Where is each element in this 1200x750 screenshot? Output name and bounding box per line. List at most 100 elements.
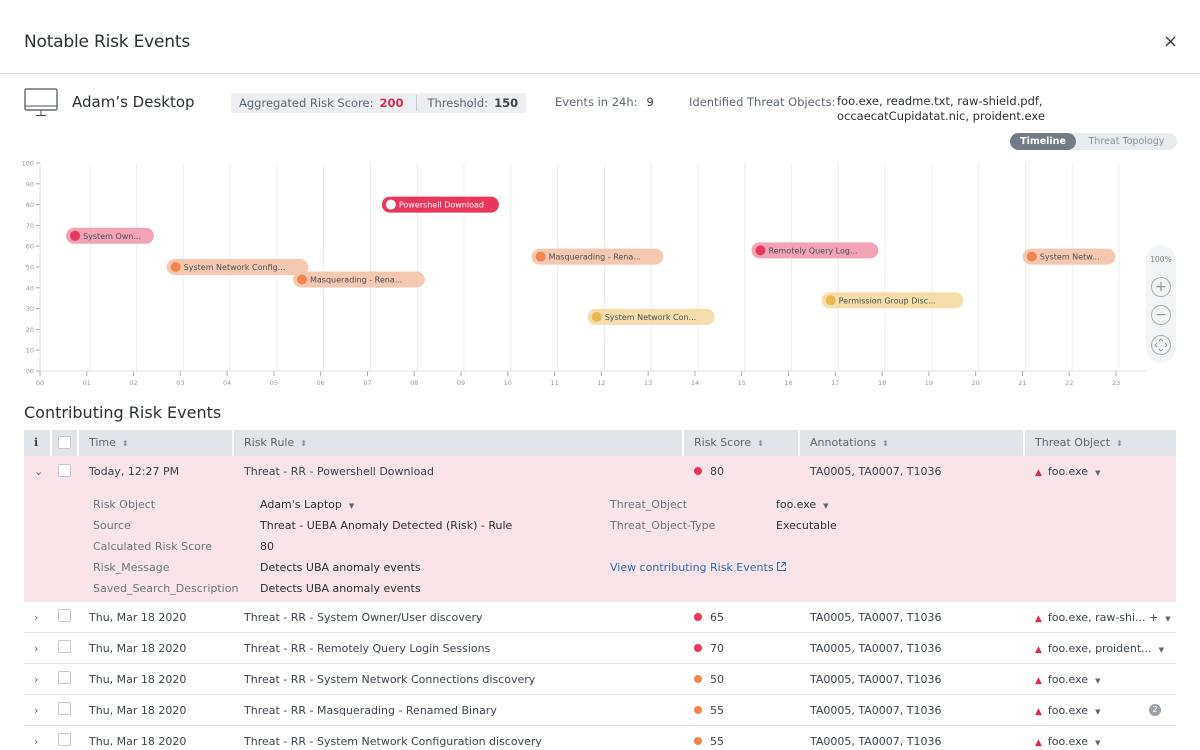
timeline-event-pill[interactable]: Powershell Download: [381, 196, 499, 213]
tab-threat-topology[interactable]: Threat Topology: [1076, 133, 1177, 150]
threat-object-value[interactable]: foo.exe: [1048, 465, 1088, 478]
caret-down-icon[interactable]: ▼: [1095, 739, 1100, 747]
threat-triangle-icon: ▲: [1035, 737, 1042, 748]
modal-title: Notable Risk Events: [24, 32, 190, 52]
threat-object-value[interactable]: foo.exe, raw-shi... +: [1048, 611, 1158, 624]
row-checkbox[interactable]: [58, 671, 71, 684]
column-header-time[interactable]: Time ⬍: [79, 430, 234, 456]
timeline-event-pill[interactable]: Masquerading - Rena...: [531, 248, 664, 265]
risk-score-value: 50: [710, 672, 724, 686]
sort-icon: ⬍: [1116, 439, 1123, 448]
timeline-chart-svg: 00 01 02 03 04 05 06 07 08 09 10 11 12 13 14 15 16 17 18 19…: [22, 160, 1146, 387]
event-dot: [70, 230, 81, 241]
caret-down-icon[interactable]: ▼: [349, 502, 354, 510]
threat-object-value[interactable]: foo.exe: [1048, 735, 1088, 748]
external-link-icon: [776, 562, 786, 571]
table-row[interactable]: › Thu, Mar 18 2020 Threat - RR - Masquer…: [24, 695, 1176, 726]
table-row[interactable]: ⌄ Today, 12:27 PM Threat - RR - Powershe…: [24, 456, 1176, 487]
risk-score-value: 55: [710, 734, 724, 748]
chevron-right-icon[interactable]: ›: [24, 611, 52, 624]
x-tick-label: 09: [457, 379, 465, 387]
x-tick-label: 17: [831, 379, 839, 387]
caret-down-icon[interactable]: ▼: [1095, 708, 1100, 716]
caret-down-icon[interactable]: ▼: [1165, 615, 1170, 623]
detail-value[interactable]: foo.exe ▼: [776, 498, 829, 511]
detail-value: Detects UBA anomaly events: [260, 582, 421, 595]
threat-triangle-icon: ▲: [1035, 613, 1042, 624]
x-tick-label: 15: [738, 379, 746, 387]
table-row[interactable]: › Thu, Mar 18 2020 Threat - RR - System …: [24, 664, 1176, 695]
select-all-cell: [52, 430, 79, 456]
zoom-out-icon[interactable]: −: [1151, 305, 1171, 325]
count-badge: 2: [1149, 704, 1161, 716]
select-all-checkbox[interactable]: [58, 436, 71, 449]
row-checkbox[interactable]: [58, 609, 71, 622]
detail-value[interactable]: Adam's Laptop ▼: [260, 498, 354, 511]
threat-triangle-icon: ▲: [1035, 468, 1042, 478]
y-tick-label: 40: [26, 284, 34, 292]
detail-value: Threat - UEBA Anomaly Detected (Risk) - …: [260, 519, 512, 532]
risk-score-cell: 80: [684, 465, 800, 478]
risk-events-table: i Time ⬍ Risk Rule ⬍ Risk Score ⬍ Annotatio…: [24, 430, 1176, 750]
caret-down-icon[interactable]: ▼: [1095, 469, 1100, 477]
event-dot: [296, 274, 307, 285]
timeline-event-pill[interactable]: System Own...: [66, 227, 154, 244]
timeline-event-pill[interactable]: Remotely Query Log...: [751, 242, 879, 259]
row-checkbox[interactable]: [58, 733, 71, 746]
x-tick-label: 04: [223, 379, 231, 387]
risk-score-value: 80: [710, 465, 724, 478]
threat-object-value[interactable]: foo.exe, proident...: [1048, 642, 1152, 655]
close-icon[interactable]: ×: [1163, 32, 1178, 52]
events-24h-label: Events in 24h:: [555, 95, 638, 109]
row-checkbox[interactable]: [58, 640, 71, 653]
caret-down-icon[interactable]: ▼: [1159, 646, 1164, 654]
y-tick-label: 10: [26, 347, 34, 355]
detail-label: Calculated Risk Score: [93, 540, 212, 553]
sort-icon: ⬍: [757, 439, 764, 448]
chevron-right-icon[interactable]: ›: [24, 642, 52, 655]
aggregated-score-label: Aggregated Risk Score:: [239, 96, 374, 110]
chevron-right-icon[interactable]: ›: [24, 735, 52, 748]
caret-down-icon[interactable]: ▼: [1095, 677, 1100, 685]
caret-down-icon[interactable]: ▼: [823, 502, 828, 510]
timeline-event-pill[interactable]: Permission Group Disc...: [821, 292, 964, 309]
time-cell: Thu, Mar 18 2020: [89, 734, 187, 748]
threat-object-value[interactable]: foo.exe: [1048, 704, 1088, 717]
risk-score-cell: 65: [684, 611, 800, 624]
info-icon[interactable]: i: [24, 430, 52, 456]
table-row[interactable]: › Thu, Mar 18 2020 Threat - RR - Remotel…: [24, 633, 1176, 664]
timeline-event-pill[interactable]: System Network Config...: [166, 259, 309, 275]
row-checkbox[interactable]: [58, 702, 71, 715]
threat-object-cell: ▲ foo.exe, proident... ▼: [1025, 642, 1176, 655]
time-cell: Thu, Mar 18 2020: [89, 610, 187, 624]
event-dot: [1026, 251, 1037, 262]
event-label: System Netw...: [1040, 253, 1100, 262]
column-header-risk-rule[interactable]: Risk Rule ⬍: [234, 430, 684, 456]
row-checkbox[interactable]: [58, 463, 71, 477]
table-row[interactable]: › Thu, Mar 18 2020 Threat - RR - System …: [24, 602, 1176, 633]
column-label: Risk Score: [694, 436, 752, 449]
column-header-threat-object[interactable]: Threat Object ⬍: [1025, 430, 1176, 456]
x-tick-label: 06: [317, 379, 325, 387]
view-contributing-events-link[interactable]: View contributing Risk Events: [610, 561, 787, 574]
fit-view-icon[interactable]: [1151, 335, 1171, 355]
annotations-cell: TA0005, TA0007, T1036: [810, 610, 942, 624]
event-dot: [535, 251, 546, 262]
time-cell: Thu, Mar 18 2020: [89, 641, 187, 655]
chevron-down-icon[interactable]: ⌄: [24, 465, 52, 478]
tab-timeline[interactable]: Timeline: [1010, 133, 1076, 150]
zoom-in-icon[interactable]: +: [1151, 277, 1171, 297]
threat-object-value[interactable]: foo.exe: [1048, 673, 1088, 686]
column-header-annotations[interactable]: Annotations ⬍: [800, 430, 1025, 456]
risk-score-cell: 55: [684, 735, 800, 748]
events-24h-value: 9: [646, 95, 654, 109]
column-header-risk-score[interactable]: Risk Score ⬍: [684, 430, 800, 456]
timeline-event-pill[interactable]: System Netw...: [1022, 248, 1116, 265]
chevron-right-icon[interactable]: ›: [24, 704, 52, 717]
table-row[interactable]: › Thu, Mar 18 2020 Threat - RR - System …: [24, 726, 1176, 750]
chevron-right-icon[interactable]: ›: [24, 673, 52, 686]
timeline-event-pill[interactable]: System Network Con...: [587, 308, 715, 325]
detail-value-text: Detects UBA anomaly events: [260, 561, 421, 574]
threat-objects-value: foo.exe, readme.txt, raw-shield.pdf, occ…: [837, 94, 1045, 123]
timeline-event-pill[interactable]: Masquerading - Rena...: [292, 271, 425, 288]
